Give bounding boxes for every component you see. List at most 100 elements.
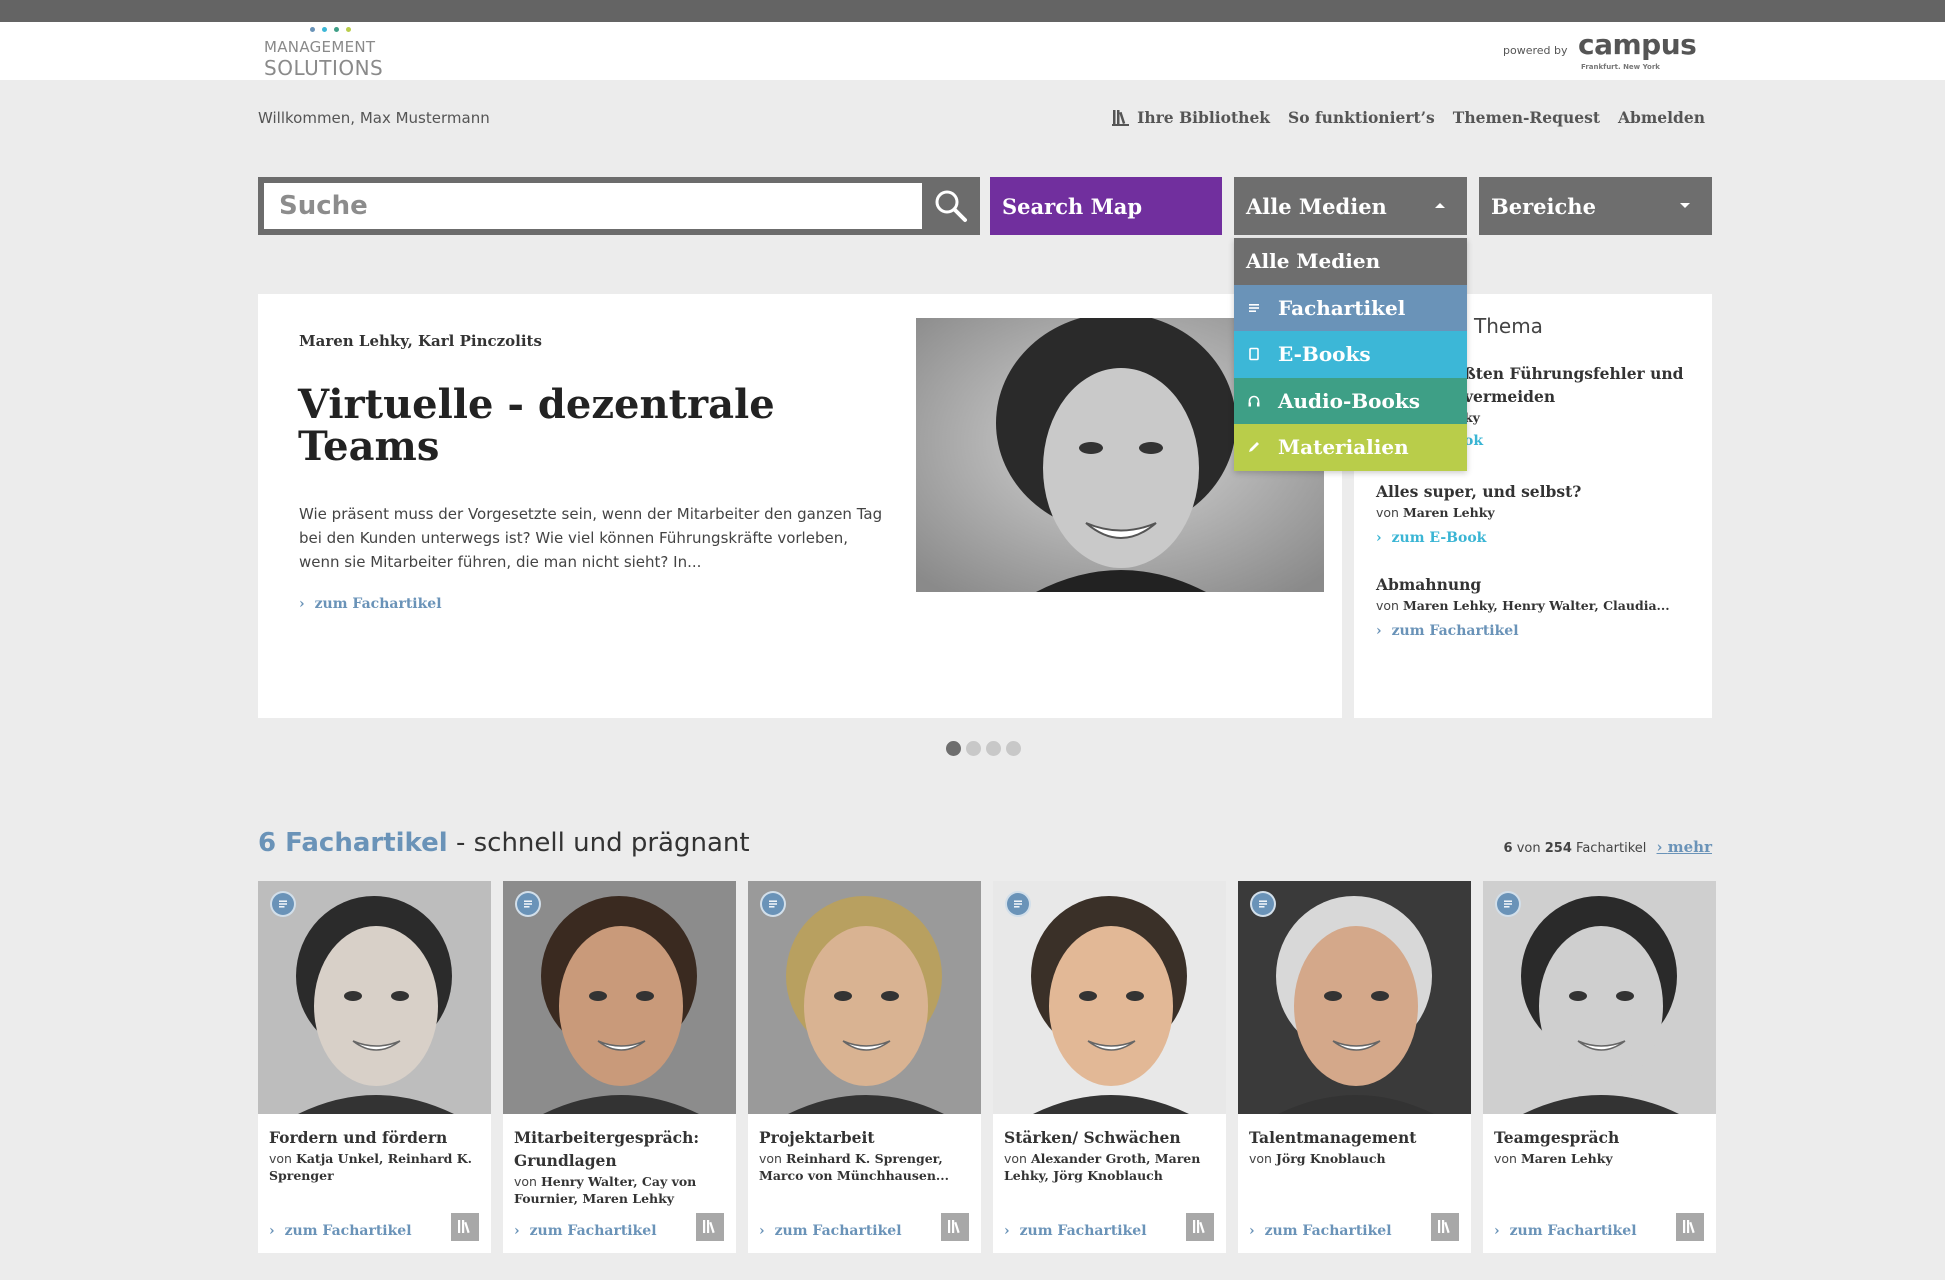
pager-dot[interactable] xyxy=(946,741,961,756)
pager-dot[interactable] xyxy=(966,741,981,756)
pencil-icon xyxy=(1246,439,1262,455)
card-link[interactable]: zum Fachartikel xyxy=(1004,1223,1147,1239)
card-authors: von Jörg Knoblauch xyxy=(1249,1151,1386,1166)
side-item-3[interactable]: Abmahnung von Maren Lehky, Henry Walter,… xyxy=(1376,573,1670,639)
article-type-icon xyxy=(515,891,541,917)
card-link[interactable]: zum Fachartikel xyxy=(514,1223,657,1239)
add-to-library-icon[interactable] xyxy=(451,1213,479,1241)
ebook-icon xyxy=(1246,346,1262,362)
card-authors: von Katja Unkel, Reinhard K. Sprenger xyxy=(269,1151,472,1183)
media-option-2[interactable]: E-Books xyxy=(1234,331,1467,378)
nav-how-it-works-link[interactable]: So funktioniert’s xyxy=(1288,108,1435,127)
nav-library-link[interactable]: Ihre Bibliothek xyxy=(1111,107,1270,127)
search-button[interactable] xyxy=(922,177,980,235)
media-option-label: Fachartikel xyxy=(1278,295,1406,320)
add-to-library-icon[interactable] xyxy=(1431,1213,1459,1241)
side-item-link[interactable]: zum Fachartikel xyxy=(1376,623,1670,639)
add-to-library-icon[interactable] xyxy=(941,1213,969,1241)
card-link[interactable]: zum Fachartikel xyxy=(269,1223,412,1239)
article-type-icon xyxy=(760,891,786,917)
add-to-library-icon[interactable] xyxy=(696,1213,724,1241)
featured-title[interactable]: Virtuelle - dezentrale Teams xyxy=(298,384,818,468)
logo-text-line2: SOLUTIONS xyxy=(264,56,384,80)
media-option-label: Alle Medien xyxy=(1246,249,1381,274)
logo-dots-icon xyxy=(310,27,353,32)
add-to-library-icon[interactable] xyxy=(1186,1213,1214,1241)
card-link[interactable]: zum Fachartikel xyxy=(1494,1223,1637,1239)
nav-library-label: Ihre Bibliothek xyxy=(1137,107,1271,127)
side-panel-title: Thema xyxy=(1474,314,1543,338)
card-authors: von Henry Walter, Cay von Fournier, Mare… xyxy=(514,1174,697,1206)
featured-authors: Maren Lehky, Karl Pinczolits xyxy=(299,332,542,350)
media-option-label: Materialien xyxy=(1278,435,1409,460)
author-photo[interactable] xyxy=(748,881,981,1114)
top-nav: Ihre Bibliothek So funktioniert’s Themen… xyxy=(1111,107,1705,127)
side-item-title: Abmahnung xyxy=(1376,575,1482,594)
pager-dot[interactable] xyxy=(1006,741,1021,756)
card-authors: von Alexander Groth, Maren Lehky, Jörg K… xyxy=(1004,1151,1201,1183)
media-option-3[interactable]: Audio-Books xyxy=(1234,377,1467,424)
article-card[interactable]: Fordern und fördern von Katja Unkel, Rein… xyxy=(258,881,491,1253)
card-title: Mitarbeitergespräch: Grundlagen von Henry… xyxy=(514,1126,724,1207)
featured-article-link[interactable]: zum Fachartikel xyxy=(299,596,442,612)
areas-filter-dropdown[interactable]: Bereiche xyxy=(1479,177,1712,235)
media-filter-dropdown[interactable]: Alle Medien xyxy=(1234,177,1467,235)
author-photo[interactable] xyxy=(503,881,736,1114)
article-type-icon xyxy=(1250,891,1276,917)
campus-subtitle: Frankfurt. New York xyxy=(1581,63,1660,71)
card-title: Talentmanagement von Jörg Knoblauch xyxy=(1249,1126,1459,1167)
powered-by-text: powered by xyxy=(1503,44,1568,57)
side-item-author: von Maren Lehky, Henry Walter, Claudia..… xyxy=(1376,598,1670,613)
more-link[interactable]: mehr xyxy=(1657,838,1712,856)
areas-filter-label: Bereiche xyxy=(1491,193,1596,219)
search-map-button[interactable]: Search Map xyxy=(990,177,1222,235)
campus-logo[interactable]: powered by campus Frankfurt. New York xyxy=(1503,28,1713,76)
article-card[interactable]: Teamgesprächvon Maren Lehky zum Fachartik… xyxy=(1483,881,1716,1253)
media-option-0[interactable]: Alle Medien xyxy=(1234,238,1467,285)
media-option-label: Audio-Books xyxy=(1278,388,1420,413)
section-title: 6 Fachartikel - schnell und prägnant xyxy=(258,828,750,858)
card-link[interactable]: zum Fachartikel xyxy=(759,1223,902,1239)
management-solutions-logo[interactable]: MANAGEMENT SOLUTIONS xyxy=(264,27,389,81)
article-type-icon xyxy=(1005,891,1031,917)
article-card[interactable]: Projektarbeit von Reinhard K. Sprenger, M… xyxy=(748,881,981,1253)
side-item-author: ky xyxy=(1464,410,1480,425)
nav-topic-request-link[interactable]: Themen-Request xyxy=(1453,108,1600,127)
pager-dot[interactable] xyxy=(986,741,1001,756)
article-card[interactable]: Talentmanagementvon Jörg Knoblauch zum Fa… xyxy=(1238,881,1471,1253)
search-input[interactable] xyxy=(264,183,922,229)
section-subtitle: - schnell und prägnant xyxy=(447,828,750,858)
media-option-1[interactable]: Fachartikel xyxy=(1234,284,1467,331)
campus-wordmark: campus xyxy=(1578,28,1697,61)
article-card[interactable]: Mitarbeitergespräch: Grundlagen von Henry… xyxy=(503,881,736,1253)
side-item-title: ßten Führungsfehler und xyxy=(1464,364,1684,383)
article-count: 6 von 254 Fachartikel mehr xyxy=(1504,838,1712,856)
section-count-label[interactable]: 6 Fachartikel xyxy=(258,828,448,858)
side-item-link[interactable]: ok xyxy=(1464,433,1684,449)
article-type-icon xyxy=(270,891,296,917)
nav-logout-link[interactable]: Abmelden xyxy=(1618,108,1705,127)
caret-up-icon xyxy=(1435,203,1445,208)
article-card[interactable]: Stärken/ Schwächen von Alexander Groth, M… xyxy=(993,881,1226,1253)
author-photo[interactable] xyxy=(993,881,1226,1114)
article-type-icon xyxy=(1495,891,1521,917)
author-photo[interactable] xyxy=(258,881,491,1114)
caret-down-icon xyxy=(1680,203,1690,208)
side-item-title: Alles super, und selbst? xyxy=(1376,482,1582,501)
side-item-link[interactable]: zum E-Book xyxy=(1376,530,1581,546)
featured-description: Wie präsent muss der Vorgesetzte sein, w… xyxy=(299,505,883,571)
card-authors: von Maren Lehky xyxy=(1494,1151,1613,1166)
add-to-library-icon[interactable] xyxy=(1676,1213,1704,1241)
top-strip xyxy=(0,0,1945,22)
media-option-4[interactable]: Materialien xyxy=(1234,424,1467,471)
welcome-text: Willkommen, Max Mustermann xyxy=(258,109,490,127)
carousel-pager xyxy=(946,741,1021,756)
side-item-2[interactable]: Alles super, und selbst? von Maren Lehky… xyxy=(1376,480,1581,546)
author-photo[interactable] xyxy=(1238,881,1471,1114)
side-item-1[interactable]: ßten Führungsfehler und vermeiden ky ok xyxy=(1464,362,1684,449)
card-authors: von Reinhard K. Sprenger, Marco von Münc… xyxy=(759,1151,949,1183)
card-title: Stärken/ Schwächen von Alexander Groth, M… xyxy=(1004,1126,1214,1184)
card-link[interactable]: zum Fachartikel xyxy=(1249,1223,1392,1239)
media-filter-label: Alle Medien xyxy=(1246,193,1387,219)
author-photo[interactable] xyxy=(1483,881,1716,1114)
